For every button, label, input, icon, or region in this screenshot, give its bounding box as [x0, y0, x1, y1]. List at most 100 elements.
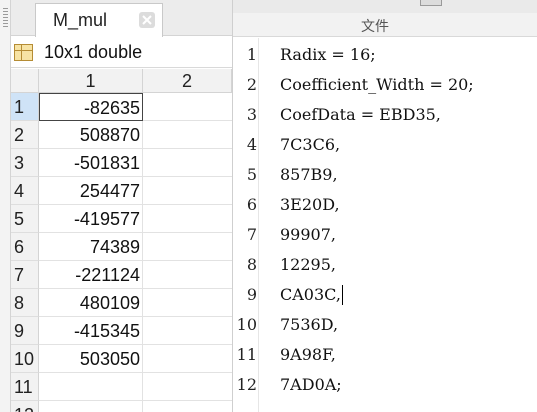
editor-menu-bar: 文件	[233, 13, 537, 37]
code-text[interactable]: Radix = 16;	[280, 40, 376, 70]
row-header[interactable]: 8	[11, 289, 39, 317]
code-line[interactable]: 10 7536D,	[233, 310, 537, 340]
corner-cell[interactable]	[11, 69, 39, 93]
code-line[interactable]: 1 Radix = 16;	[233, 40, 537, 70]
code-line[interactable]: 2 Coefficient_Width = 20;	[233, 70, 537, 100]
table-cell[interactable]: 480109	[39, 289, 143, 317]
column-header-2[interactable]: 2	[143, 69, 232, 93]
table-row: 9 -415345	[11, 317, 232, 345]
table-cell[interactable]	[143, 121, 232, 149]
code-text[interactable]: Coefficient_Width = 20;	[280, 70, 474, 100]
table-cell[interactable]	[143, 149, 232, 177]
variable-info-bar: 10x1 double	[11, 37, 232, 68]
code-line[interactable]: 8 12295,	[233, 250, 537, 280]
table-cell[interactable]	[143, 345, 232, 373]
line-number: 4	[246, 135, 257, 154]
table-row: 3 -501831	[11, 149, 232, 177]
table-cell[interactable]	[143, 177, 232, 205]
row-header[interactable]: 10	[11, 345, 39, 373]
table-cell[interactable]	[143, 317, 232, 345]
table-cell[interactable]: 74389	[39, 233, 143, 261]
table-cell[interactable]: -501831	[39, 149, 143, 177]
table-cell[interactable]	[143, 233, 232, 261]
tab-m-mul[interactable]: M_mul	[35, 3, 163, 37]
table-cell[interactable]: -221124	[39, 261, 143, 289]
table-cell[interactable]: -415345	[39, 317, 143, 345]
code-text[interactable]: 99907,	[280, 220, 336, 250]
table-cell[interactable]	[143, 289, 232, 317]
code-text[interactable]: CoefData = EBD35,	[280, 100, 441, 130]
column-header-1[interactable]: 1	[39, 69, 143, 93]
drag-grip-icon[interactable]	[3, 8, 8, 28]
code-line[interactable]: 6 3E20D,	[233, 190, 537, 220]
line-number: 11	[236, 345, 257, 364]
line-number: 12	[236, 375, 257, 394]
table-row: 11	[11, 373, 232, 401]
row-header[interactable]: 7	[11, 261, 39, 289]
code-line[interactable]: 11 9A98F,	[233, 340, 537, 370]
table-row: 1 -82635	[11, 93, 232, 121]
grid-table-icon	[14, 44, 33, 61]
text-caret	[342, 285, 343, 305]
table-row: 12	[11, 401, 232, 412]
code-text[interactable]: CA03C,	[280, 280, 341, 310]
code-line[interactable]: 7 99907,	[233, 220, 537, 250]
table-row: 7 -221124	[11, 261, 232, 289]
table-cell[interactable]	[143, 401, 232, 412]
code-text[interactable]: 9A98F,	[280, 340, 336, 370]
code-text[interactable]: 7C3C6,	[280, 130, 340, 160]
line-number: 1	[246, 45, 257, 64]
row-header[interactable]: 12	[11, 401, 39, 412]
table-cell[interactable]: 508870	[39, 121, 143, 149]
table-row: 10 503050	[11, 345, 232, 373]
table-cell[interactable]: 254477	[39, 177, 143, 205]
row-header[interactable]: 11	[11, 373, 39, 401]
table-row: 2 508870	[11, 121, 232, 149]
row-header[interactable]: 3	[11, 149, 39, 177]
variable-tab-bar: M_mul	[11, 0, 232, 37]
table-cell[interactable]	[143, 205, 232, 233]
code-line[interactable]: 3 CoefData = EBD35,	[233, 100, 537, 130]
table-cell[interactable]	[143, 93, 232, 121]
text-editor: 文件 1 Radix = 16; 2 Coefficient_Width = 2…	[232, 0, 537, 412]
folder-icon[interactable]	[420, 0, 442, 6]
table-cell[interactable]: 503050	[39, 345, 143, 373]
row-header[interactable]: 1	[11, 93, 39, 121]
code-text[interactable]: 857B9,	[280, 160, 338, 190]
code-text[interactable]: 7536D,	[280, 310, 338, 340]
code-line[interactable]: 5 857B9,	[233, 160, 537, 190]
menu-file[interactable]: 文件	[361, 16, 389, 36]
line-number: 10	[236, 315, 257, 334]
table-row: 4 254477	[11, 177, 232, 205]
table-cell[interactable]	[39, 401, 143, 412]
code-text[interactable]: 12295,	[280, 250, 336, 280]
code-text[interactable]: 7AD0A;	[280, 370, 342, 400]
row-header[interactable]: 2	[11, 121, 39, 149]
code-line[interactable]: 9 CA03C,	[233, 280, 537, 310]
line-number: 2	[246, 75, 257, 94]
table-row: 8 480109	[11, 289, 232, 317]
variable-size-type: 10x1 double	[44, 42, 143, 62]
left-panel-edge	[0, 0, 11, 412]
line-number: 3	[246, 105, 257, 124]
line-number: 9	[246, 285, 257, 304]
table-cell[interactable]	[143, 261, 232, 289]
table-cell[interactable]	[39, 373, 143, 401]
table-row: 5 -419577	[11, 205, 232, 233]
line-number: 5	[246, 165, 257, 184]
editor-toolbar-strip	[233, 0, 537, 13]
row-header[interactable]: 9	[11, 317, 39, 345]
code-line[interactable]: 12 7AD0A;	[233, 370, 537, 400]
row-header[interactable]: 5	[11, 205, 39, 233]
close-icon[interactable]	[139, 12, 155, 28]
line-number: 7	[246, 225, 257, 244]
code-text[interactable]: 3E20D,	[280, 190, 340, 220]
row-header[interactable]: 4	[11, 177, 39, 205]
table-row: 6 74389	[11, 233, 232, 261]
variable-editor: M_mul 10x1 double 1 2 1 -82635 2 508870 …	[11, 0, 232, 412]
table-cell[interactable]: -82635	[39, 93, 143, 121]
row-header[interactable]: 6	[11, 233, 39, 261]
code-line[interactable]: 4 7C3C6,	[233, 130, 537, 160]
table-cell[interactable]: -419577	[39, 205, 143, 233]
table-cell[interactable]	[143, 373, 232, 401]
